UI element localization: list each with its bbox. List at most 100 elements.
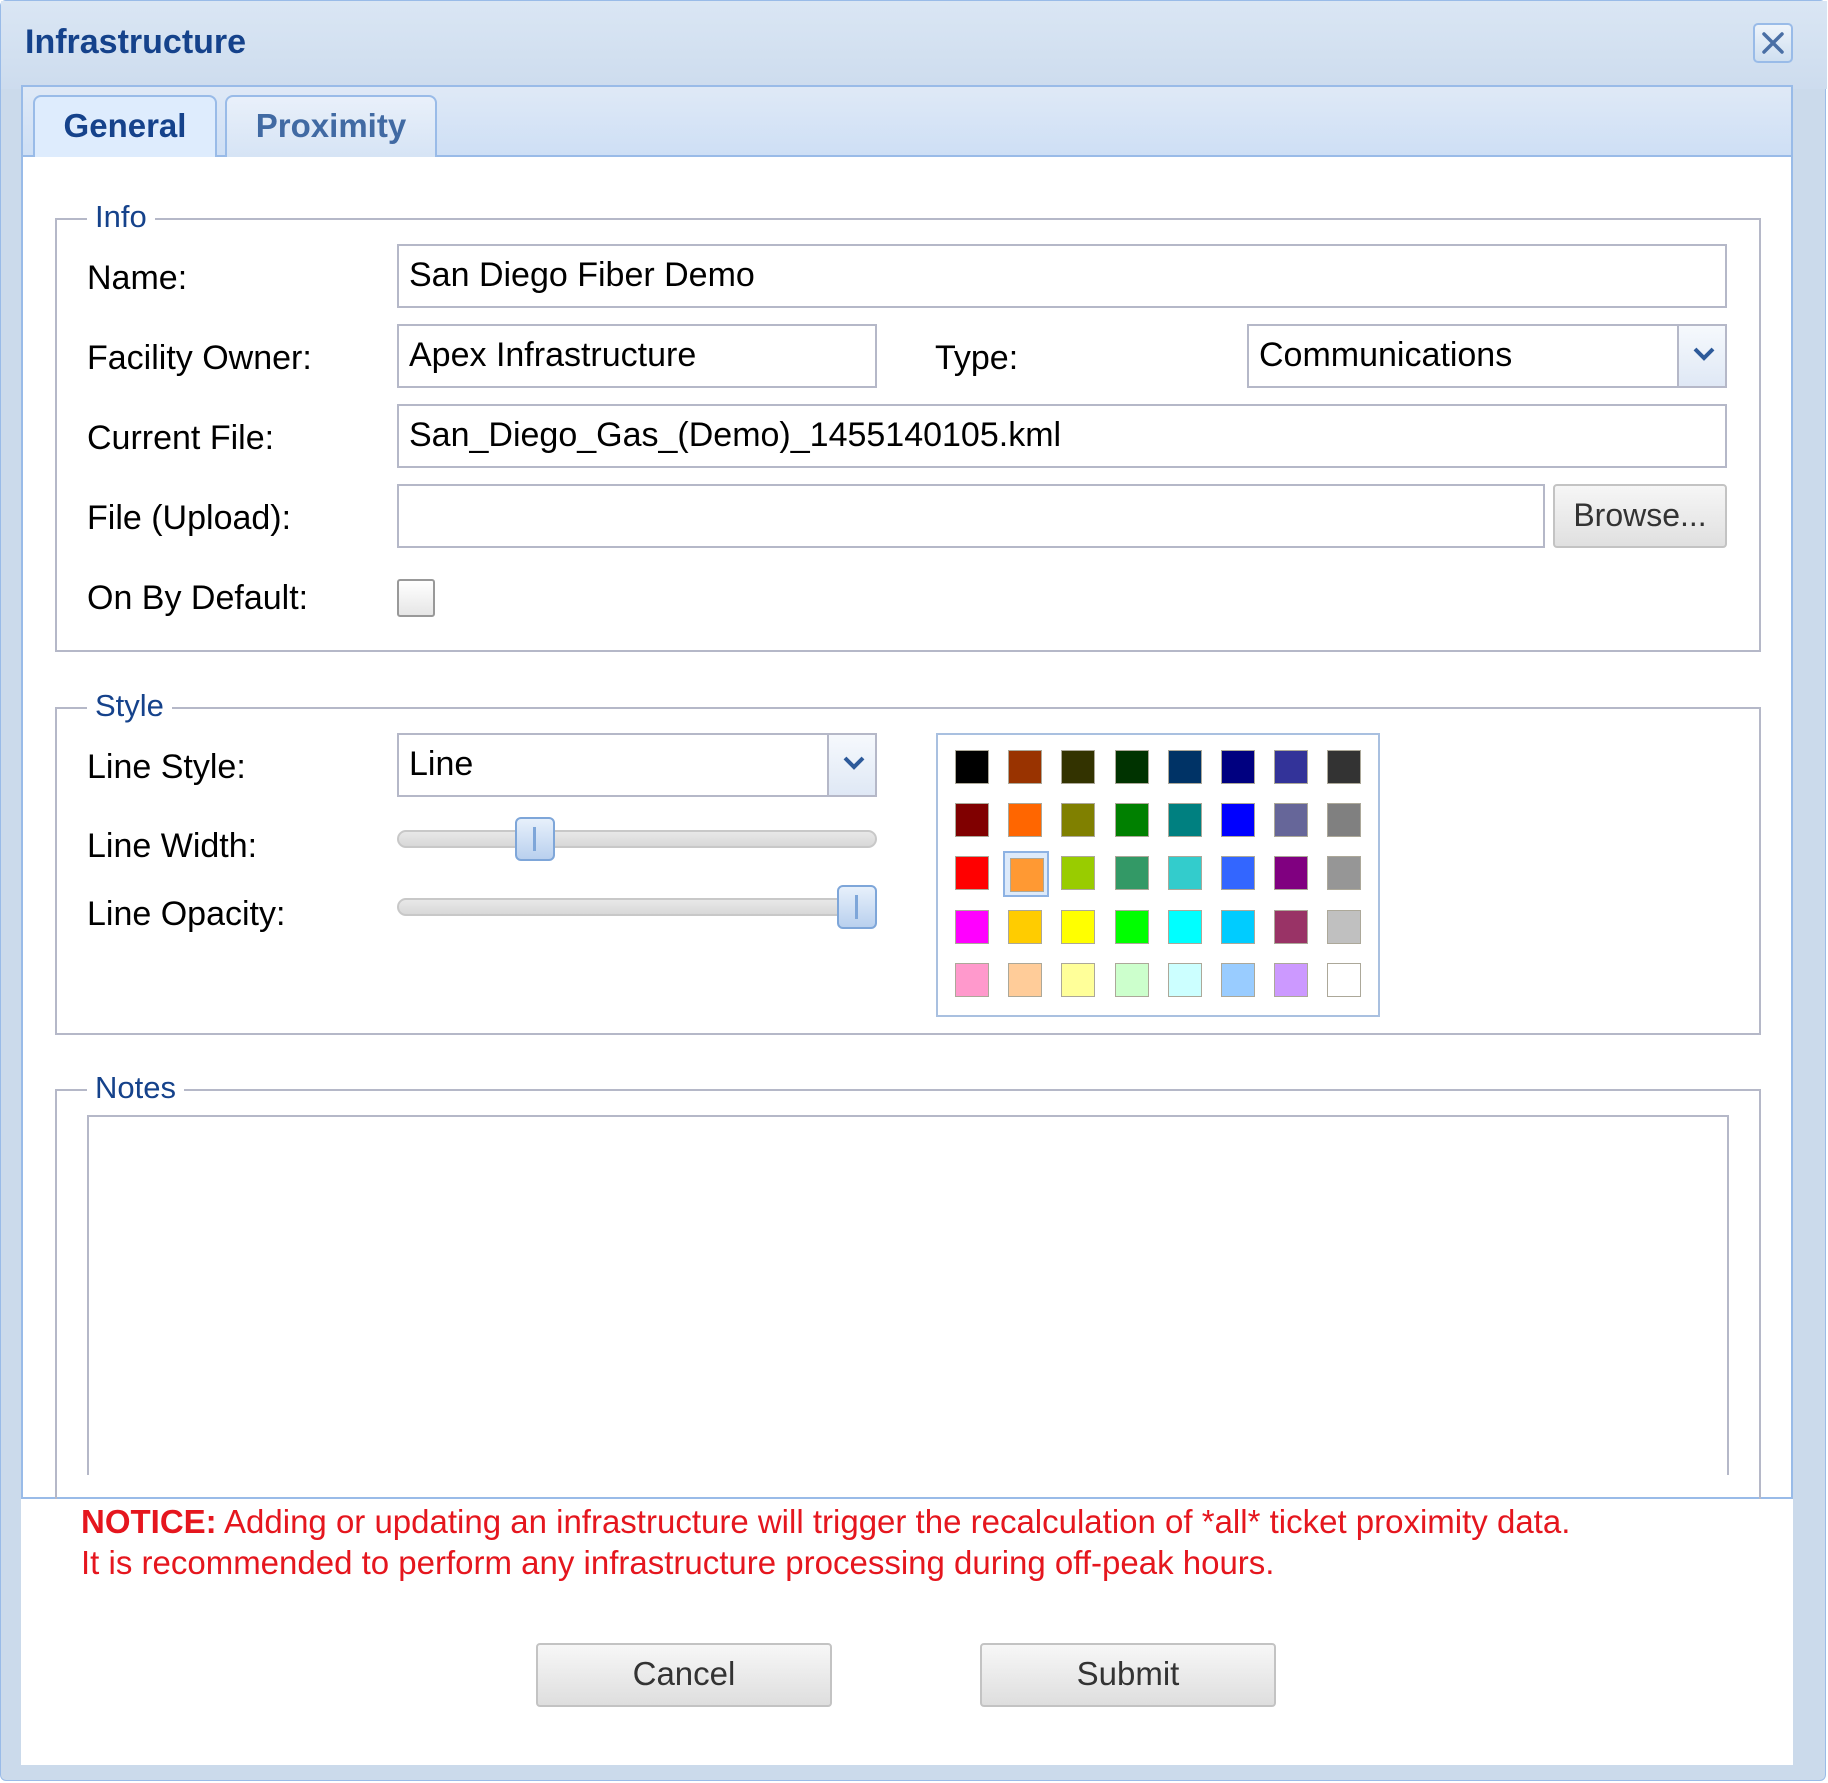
color-swatch[interactable] [1269,798,1315,844]
color-swatch-fill [1274,803,1309,838]
type-select[interactable]: Communications [1247,324,1679,388]
close-icon [1762,32,1784,54]
file-upload-input[interactable] [397,484,1545,548]
color-swatch[interactable] [1056,745,1102,791]
style-fieldset [55,707,1761,1035]
color-swatch-fill [1167,803,1202,838]
close-button[interactable] [1753,23,1793,63]
color-swatch[interactable] [1322,745,1368,791]
color-swatch-fill [1008,962,1043,997]
line-opacity-label: Line Opacity: [87,895,286,933]
color-swatch[interactable] [1003,905,1049,951]
type-label: Type: [935,339,1019,377]
color-swatch-fill [1327,750,1362,784]
color-swatch[interactable] [950,745,996,791]
color-swatch-fill [1061,962,1096,997]
browse-button[interactable]: Browse... [1553,484,1727,548]
color-swatch[interactable] [1163,851,1209,897]
tab-proximity[interactable]: Proximity [225,95,437,157]
color-swatch[interactable] [1322,905,1368,951]
color-swatch-fill [1327,962,1362,997]
color-swatch-fill [1061,909,1096,944]
type-dropdown-trigger[interactable] [1677,324,1727,388]
color-swatch[interactable] [1110,905,1156,951]
notice-message: NOTICE: Adding or updating an infrastruc… [81,1501,1781,1583]
color-swatch[interactable] [1269,745,1315,791]
notes-legend: Notes [87,1070,184,1106]
color-swatch[interactable] [1322,958,1368,1004]
color-swatch-fill [1221,750,1255,784]
color-swatch[interactable] [1110,745,1156,791]
color-swatch[interactable] [950,905,996,951]
line-opacity-slider[interactable] [397,898,877,916]
color-swatch[interactable] [1003,851,1050,898]
line-opacity-slider-thumb[interactable] [837,885,877,929]
color-swatch-fill [1167,750,1202,784]
color-swatch[interactable] [1003,745,1049,791]
color-swatch[interactable] [1003,798,1049,844]
facility-owner-input[interactable]: Apex Infrastructure [397,324,877,388]
submit-button[interactable]: Submit [980,1643,1276,1707]
color-swatch-fill [1221,803,1255,838]
line-width-slider-thumb[interactable] [515,817,555,861]
color-swatch[interactable] [1216,798,1262,844]
chevron-down-icon [1693,347,1715,361]
color-swatch[interactable] [1056,798,1102,844]
color-swatch[interactable] [1163,745,1209,791]
color-swatch[interactable] [1269,958,1315,1004]
color-swatch[interactable] [1269,905,1315,951]
color-swatch[interactable] [950,851,996,897]
on-by-default-label: On By Default: [87,579,309,617]
color-swatch-fill [1274,750,1309,784]
color-swatch-fill [1114,803,1149,838]
color-swatch[interactable] [1322,851,1368,897]
color-swatch[interactable] [1056,905,1102,951]
color-swatch-fill [1167,909,1202,944]
color-swatch[interactable] [1163,958,1209,1004]
notes-textarea[interactable] [87,1115,1729,1475]
color-swatch[interactable] [1163,798,1209,844]
color-swatch-fill [1167,856,1202,891]
on-by-default-checkbox[interactable] [397,579,435,617]
color-swatch[interactable] [1216,745,1262,791]
color-swatch-fill [1061,856,1096,891]
color-swatch-fill [955,750,989,784]
file-upload-label: File (Upload): [87,499,292,537]
color-swatch-fill [1221,962,1255,997]
color-swatch[interactable] [1110,958,1156,1004]
color-swatch[interactable] [950,798,996,844]
color-swatch-fill [1327,803,1362,838]
color-swatch[interactable] [950,958,996,1004]
color-swatch[interactable] [1216,905,1262,951]
color-swatch-fill [1274,962,1309,997]
notice-text-line1: Adding or updating an infrastructure wil… [216,1503,1571,1540]
color-swatch[interactable] [1216,851,1262,897]
color-swatch[interactable] [1110,851,1156,897]
line-style-select[interactable]: Line [397,733,829,797]
color-swatch[interactable] [1322,798,1368,844]
dialog-title: Infrastructure [25,23,247,61]
color-swatch[interactable] [1269,851,1315,897]
color-swatch-fill [1274,909,1309,944]
tab-general[interactable]: General [33,95,217,159]
dialog-titlebar[interactable]: Infrastructure [1,1,1827,89]
line-style-dropdown-trigger[interactable] [827,733,877,797]
line-width-slider[interactable] [397,830,877,848]
color-swatch-fill [1327,909,1362,944]
color-swatch[interactable] [1163,905,1209,951]
color-swatch[interactable] [1056,851,1102,897]
line-style-label: Line Style: [87,748,246,786]
color-swatch[interactable] [1216,958,1262,1004]
color-swatch[interactable] [1056,958,1102,1004]
color-swatch-fill [1327,856,1362,891]
name-input[interactable]: San Diego Fiber Demo [397,244,1727,308]
color-swatch-fill [955,909,989,944]
current-file-input[interactable]: San_Diego_Gas_(Demo)_1455140105.kml [397,404,1727,468]
line-width-label: Line Width: [87,827,258,865]
color-swatch-fill [955,856,989,891]
color-swatch[interactable] [1110,798,1156,844]
color-swatch[interactable] [1003,958,1049,1004]
infrastructure-dialog: Infrastructure General Proximity Info Na… [0,0,1827,1781]
color-swatch-fill [1274,856,1309,891]
cancel-button[interactable]: Cancel [536,1643,832,1707]
